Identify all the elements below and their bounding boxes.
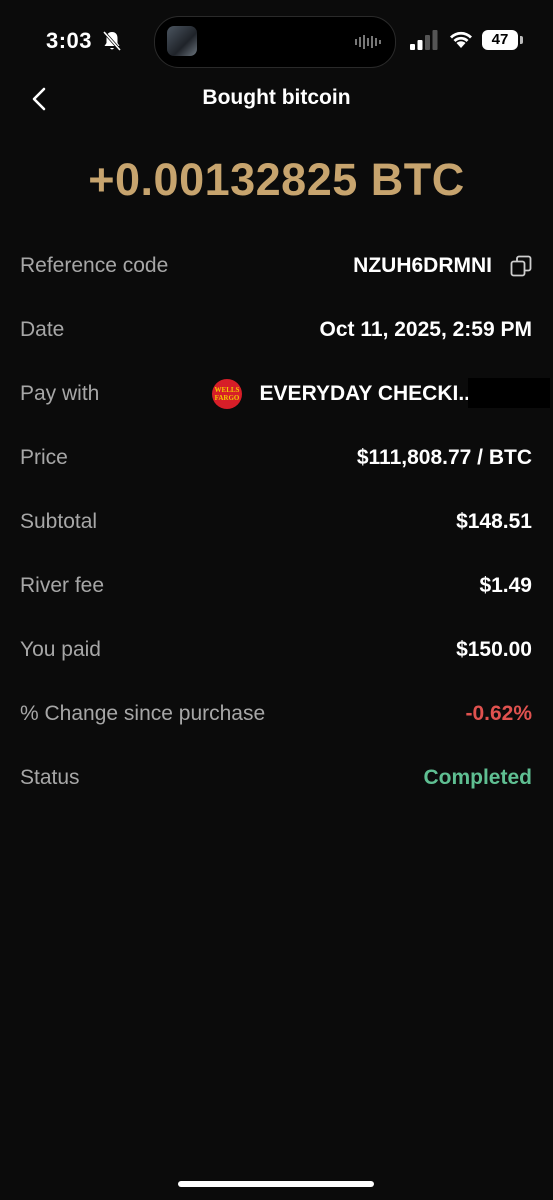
wifi-icon <box>450 31 472 48</box>
date-label: Date <box>20 318 65 341</box>
row-river-fee: River fee $1.49 <box>20 566 532 606</box>
home-indicator[interactable] <box>178 1181 374 1187</box>
status-label: Status <box>20 766 80 789</box>
change-value: -0.62% <box>465 702 532 725</box>
now-playing-artwork <box>167 26 197 56</box>
status-value: Completed <box>423 766 532 789</box>
page-title: Bought bitcoin <box>202 86 351 109</box>
river-fee-value: $1.49 <box>479 574 532 597</box>
btc-amount: +0.00132825 BTC <box>88 154 465 205</box>
subtotal-label: Subtotal <box>20 510 98 533</box>
pay-with-account: EVERYDAY CHECKI.. <box>259 382 470 405</box>
dynamic-island[interactable] <box>154 16 396 68</box>
price-label: Price <box>20 446 68 469</box>
row-subtotal: Subtotal $148.51 <box>20 502 532 542</box>
subtotal-value: $148.51 <box>456 510 532 533</box>
reference-code-value: NZUH6DRMNI <box>353 254 492 277</box>
copy-icon[interactable] <box>510 255 532 277</box>
price-value: $111,808.77 / BTC <box>356 446 532 469</box>
change-label: % Change since purchase <box>20 702 266 725</box>
you-paid-label: You paid <box>20 638 101 661</box>
row-reference-code: Reference code NZUH6DRMNI <box>20 246 532 286</box>
redaction-block <box>468 378 550 408</box>
logo-text-line-2: FARGO <box>214 394 240 402</box>
row-price: Price $111,808.77 / BTC <box>20 438 532 478</box>
row-pay-with[interactable]: Pay with WELLS FARGO EVERYDAY CHECKI.. <box>20 374 550 414</box>
audio-waveform-icon <box>355 35 381 49</box>
wells-fargo-logo: WELLS FARGO <box>212 379 242 409</box>
river-fee-label: River fee <box>20 574 105 597</box>
battery-nub <box>520 36 523 44</box>
status-time: 3:03 <box>46 28 93 53</box>
date-value: Oct 11, 2025, 2:59 PM <box>319 318 532 341</box>
reference-code-label: Reference code <box>20 254 169 277</box>
you-paid-value: $150.00 <box>456 638 532 661</box>
pay-with-label: Pay with <box>20 382 100 405</box>
row-date: Date Oct 11, 2025, 2:59 PM <box>20 310 532 350</box>
status-bar: 3:03 47 <box>0 0 553 80</box>
row-change-since-purchase: % Change since purchase -0.62% <box>20 694 532 734</box>
battery-indicator: 47 <box>482 30 518 50</box>
row-status: Status Completed <box>20 758 532 798</box>
bell-muted-icon <box>102 31 122 51</box>
cellular-signal-icon <box>410 30 438 50</box>
row-you-paid: You paid $150.00 <box>20 630 532 670</box>
logo-text-line-1: WELLS <box>214 386 240 394</box>
